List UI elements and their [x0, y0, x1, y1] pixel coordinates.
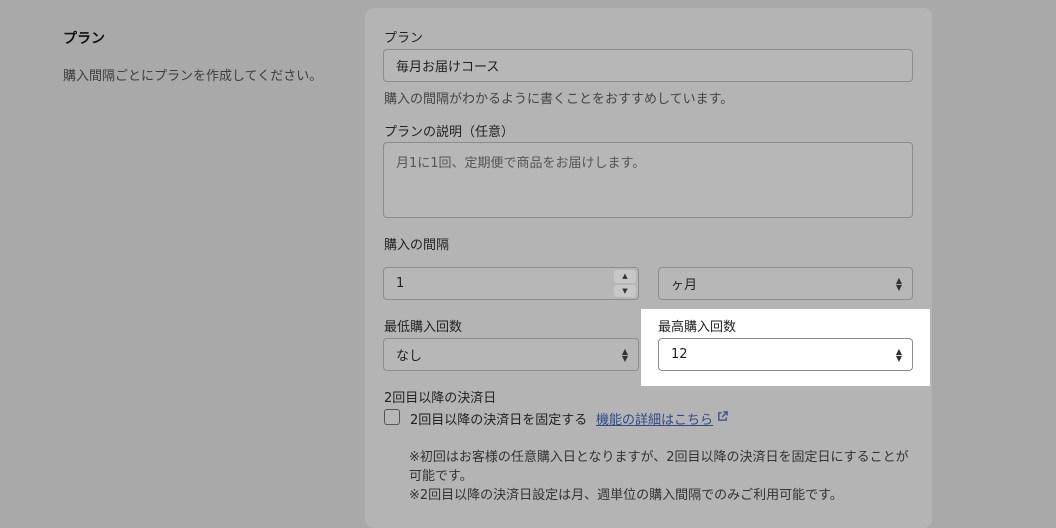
- select-arrows-icon: ▲ ▼: [895, 346, 902, 363]
- interval-unit-select[interactable]: ヶ月 ▲ ▼: [658, 267, 913, 300]
- plan-name-input[interactable]: 毎月お届けコース: [383, 49, 913, 82]
- stepper-down-icon[interactable]: ▼: [614, 284, 636, 297]
- fix-payment-date-label[interactable]: 2回目以降の決済日を固定する: [410, 409, 587, 428]
- interval-unit-value: ヶ月: [671, 278, 698, 293]
- description-label: プランの説明（任意）: [384, 125, 515, 140]
- min-purchases-select[interactable]: なし ▲ ▼: [383, 338, 639, 371]
- payment-note-line1: ※初回はお客様の任意購入日となりますが、2回目以降の決済日を固定日にすることが: [409, 450, 909, 465]
- min-purchases-label: 最低購入回数: [384, 320, 463, 335]
- description-value: 月1に1回、定期便で商品をお届けします。: [396, 156, 646, 171]
- interval-value: 1: [396, 276, 405, 291]
- select-arrows-icon: ▲ ▼: [895, 275, 902, 292]
- section-title: プラン: [63, 31, 105, 47]
- external-link-icon[interactable]: [717, 411, 728, 422]
- interval-stepper: ▲ ▼: [614, 270, 636, 297]
- min-purchases-value: なし: [396, 349, 423, 364]
- payment-date-label: 2回目以降の決済日: [384, 391, 497, 406]
- max-purchases-value: 12: [671, 347, 688, 362]
- max-purchases-select[interactable]: 12 ▲ ▼: [658, 338, 913, 371]
- plan-hint: 購入の間隔がわかるように書くことをおすすめしています。: [384, 92, 734, 107]
- interval-label: 購入の間隔: [384, 238, 450, 253]
- stepper-up-icon[interactable]: ▲: [614, 270, 636, 283]
- payment-note-line3: ※2回目以降の決済日設定は月、週単位の購入間隔でのみご利用可能です。: [409, 488, 843, 503]
- select-arrows-icon: ▲ ▼: [621, 346, 628, 363]
- interval-number-input[interactable]: 1 ▲ ▼: [383, 267, 639, 300]
- section-description: 購入間隔ごとにプランを作成してください。: [63, 69, 323, 84]
- max-purchases-label: 最高購入回数: [658, 320, 737, 335]
- fix-payment-date-checkbox[interactable]: [384, 409, 400, 425]
- plan-name-value: 毎月お届けコース: [396, 60, 500, 75]
- feature-details-link[interactable]: 機能の詳細はこちら: [596, 409, 713, 428]
- description-textarea[interactable]: 月1に1回、定期便で商品をお届けします。: [383, 142, 913, 218]
- plan-label: プラン: [384, 31, 424, 46]
- payment-note-line2: 可能です。: [409, 469, 473, 484]
